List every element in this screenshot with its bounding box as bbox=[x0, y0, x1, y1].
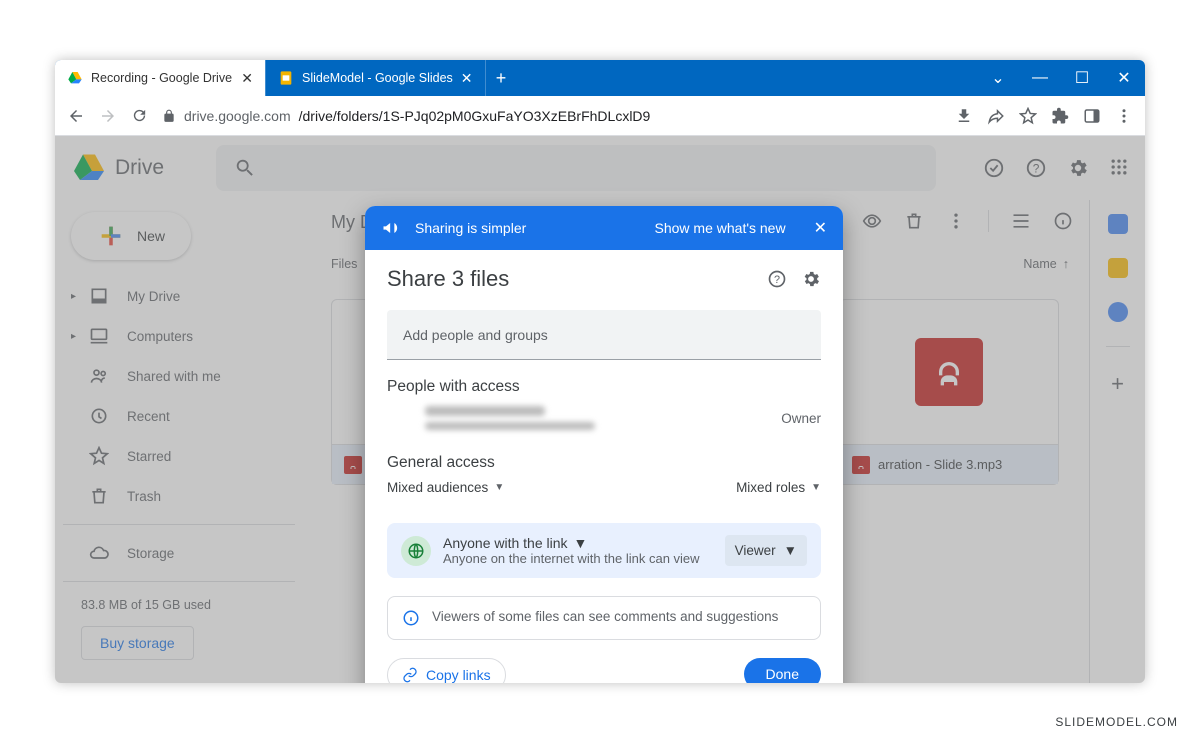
window-close-icon[interactable]: ✕ bbox=[1103, 60, 1145, 96]
browser-menu-icon[interactable] bbox=[1115, 107, 1133, 125]
share-icon[interactable] bbox=[987, 107, 1005, 125]
window-minimize-icon[interactable]: — bbox=[1019, 60, 1061, 96]
info-text: Viewers of some files can see comments a… bbox=[432, 609, 778, 627]
slides-favicon-icon bbox=[278, 70, 294, 86]
browser-tab-2[interactable]: SlideModel - Google Slides ✕ bbox=[265, 60, 485, 96]
tab-title: SlideModel - Google Slides bbox=[302, 71, 453, 85]
copy-links-button[interactable]: Copy links bbox=[387, 658, 506, 683]
link-description: Anyone on the internet with the link can… bbox=[443, 551, 713, 566]
chevron-down-icon: ▼ bbox=[574, 535, 588, 551]
url-host: drive.google.com bbox=[184, 108, 291, 124]
tab-close-icon[interactable]: ✕ bbox=[241, 70, 253, 87]
owner-role: Owner bbox=[781, 411, 821, 426]
extensions-icon[interactable] bbox=[1051, 107, 1069, 125]
banner-close-icon[interactable]: ✕ bbox=[814, 218, 827, 238]
banner-cta-button[interactable]: Show me what's new bbox=[655, 220, 786, 236]
info-icon bbox=[402, 609, 420, 627]
address-bar[interactable]: drive.google.com/drive/folders/1S-PJq02p… bbox=[162, 108, 941, 124]
chevron-down-icon: ▼ bbox=[811, 482, 821, 493]
tab-title: Recording - Google Drive bbox=[91, 71, 232, 85]
nav-forward-button bbox=[99, 107, 117, 125]
url-path: /drive/folders/1S-PJq02pM0GxuFaYO3XzEBrF… bbox=[299, 108, 651, 124]
lock-icon bbox=[162, 109, 176, 123]
sidepanel-icon[interactable] bbox=[1083, 107, 1101, 125]
install-app-icon[interactable] bbox=[955, 107, 973, 125]
people-section-title: People with access bbox=[387, 378, 821, 396]
nav-back-button[interactable] bbox=[67, 107, 85, 125]
new-tab-button[interactable]: + bbox=[485, 60, 517, 96]
link-icon bbox=[402, 667, 418, 683]
share-dialog: Sharing is simpler Show me what's new ✕ … bbox=[365, 206, 843, 683]
done-button[interactable]: Done bbox=[744, 658, 821, 683]
link-title-dropdown[interactable]: Anyone with the link▼ bbox=[443, 535, 713, 551]
share-help-icon[interactable]: ? bbox=[767, 269, 787, 289]
nav-reload-button[interactable] bbox=[131, 107, 148, 124]
bookmark-star-icon[interactable] bbox=[1019, 107, 1037, 125]
share-settings-icon[interactable] bbox=[801, 269, 821, 289]
audience-dropdown[interactable]: Mixed audiences▼ bbox=[387, 480, 504, 495]
dialog-title: Share 3 files bbox=[387, 266, 509, 292]
window-menu-icon[interactable]: ⌄ bbox=[977, 60, 1019, 96]
add-people-input[interactable]: Add people and groups bbox=[387, 310, 821, 360]
browser-tab-1[interactable]: Recording - Google Drive ✕ bbox=[55, 60, 265, 96]
chevron-down-icon: ▼ bbox=[494, 482, 504, 493]
watermark: SLIDEMODEL.COM bbox=[1055, 715, 1178, 729]
info-notice: Viewers of some files can see comments a… bbox=[387, 596, 821, 640]
roles-dropdown[interactable]: Mixed roles▼ bbox=[736, 480, 821, 495]
banner-text: Sharing is simpler bbox=[415, 220, 526, 236]
window-maximize-icon[interactable]: ☐ bbox=[1061, 60, 1103, 96]
globe-icon bbox=[401, 536, 431, 566]
drive-favicon-icon bbox=[67, 70, 83, 86]
link-role-dropdown[interactable]: Viewer▼ bbox=[725, 535, 807, 566]
megaphone-icon bbox=[381, 218, 401, 238]
chevron-down-icon: ▼ bbox=[784, 543, 797, 558]
svg-text:?: ? bbox=[774, 274, 780, 286]
tab-close-icon[interactable]: ✕ bbox=[461, 70, 473, 87]
general-section-title: General access bbox=[387, 454, 821, 472]
link-access-box: Anyone with the link▼ Anyone on the inte… bbox=[387, 523, 821, 578]
person-row: Owner bbox=[387, 396, 821, 448]
